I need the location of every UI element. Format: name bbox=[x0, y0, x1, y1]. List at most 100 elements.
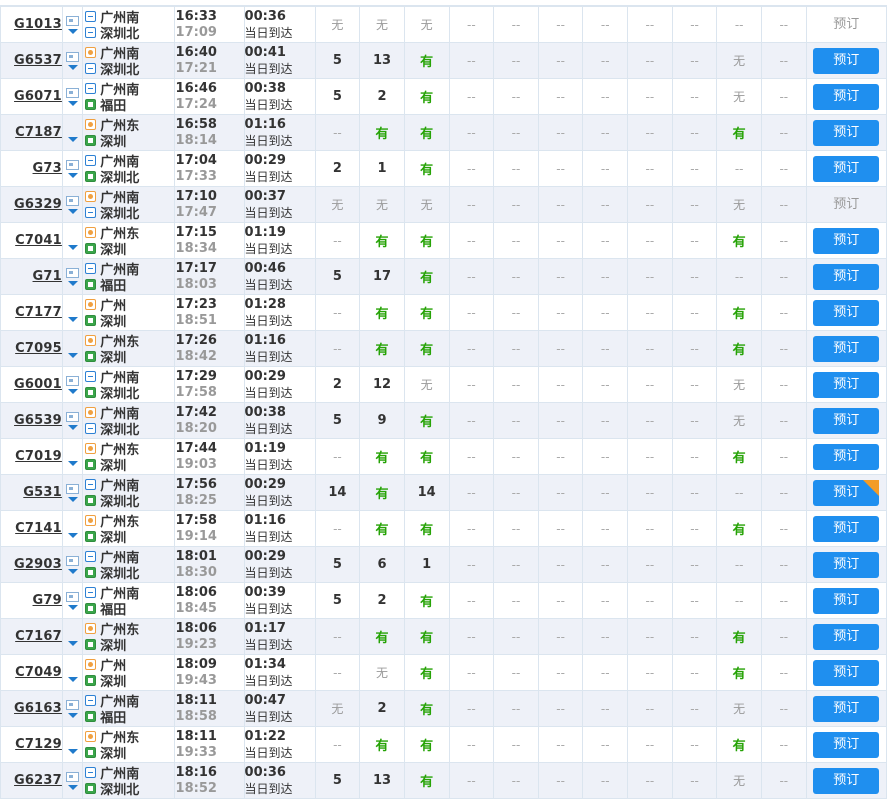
arrival-time: 18:52 bbox=[175, 780, 217, 796]
book-button[interactable]: 预订 bbox=[813, 767, 880, 794]
soft-seat-cell: -- bbox=[627, 690, 673, 727]
train-number-link[interactable]: G6537 bbox=[14, 53, 62, 68]
hard-sleeper-availability: -- bbox=[600, 161, 610, 176]
train-number-link[interactable]: C7019 bbox=[15, 449, 62, 464]
book-button[interactable]: 预订 bbox=[813, 587, 880, 614]
expand-stops-icon[interactable] bbox=[67, 532, 78, 538]
shi-station-icon bbox=[85, 191, 97, 202]
train-number-link[interactable]: C7187 bbox=[15, 125, 62, 140]
book-button[interactable]: 预订 bbox=[813, 443, 880, 470]
expand-stops-icon[interactable] bbox=[67, 100, 78, 106]
book-button[interactable]: 预订 bbox=[813, 479, 880, 506]
book-button[interactable]: 预订 bbox=[813, 263, 880, 290]
stations-cell: 广州东 深圳 bbox=[82, 510, 175, 547]
expand-stops-icon[interactable] bbox=[67, 172, 78, 178]
first-class-seat-availability: 有 bbox=[375, 523, 389, 538]
book-button[interactable]: 预订 bbox=[813, 335, 880, 362]
train-icons-cell bbox=[61, 186, 84, 223]
train-number-link[interactable]: G6539 bbox=[14, 413, 62, 428]
departure-time: 17:15 bbox=[175, 224, 217, 240]
train-number-link[interactable]: G73 bbox=[33, 161, 62, 176]
train-number-link[interactable]: G2903 bbox=[14, 557, 62, 572]
hard-sleeper-availability: -- bbox=[600, 233, 610, 248]
expand-stops-icon[interactable] bbox=[67, 64, 78, 70]
expand-stops-icon[interactable] bbox=[67, 676, 78, 682]
promo-corner-icon bbox=[863, 479, 880, 496]
train-number-link[interactable]: C7049 bbox=[15, 665, 62, 680]
train-number-link[interactable]: C7095 bbox=[15, 341, 62, 356]
second-class-seat-cell: 无 bbox=[403, 186, 450, 223]
book-cell: 预订 bbox=[805, 6, 888, 43]
train-number-link[interactable]: G1013 bbox=[14, 17, 62, 32]
expand-stops-icon[interactable] bbox=[67, 316, 78, 322]
expand-stops-icon[interactable] bbox=[67, 784, 78, 790]
book-button[interactable]: 预订 bbox=[813, 515, 880, 542]
expand-stops-icon[interactable] bbox=[67, 640, 78, 646]
hard-seat-cell: -- bbox=[671, 546, 718, 583]
train-number-link[interactable]: G531 bbox=[23, 485, 62, 500]
no-seat-cell: 无 bbox=[716, 762, 762, 799]
book-button[interactable]: 预订 bbox=[813, 47, 880, 74]
expand-stops-icon[interactable] bbox=[67, 604, 78, 610]
train-number-link[interactable]: G6001 bbox=[14, 377, 62, 392]
arrival-time: 18:51 bbox=[175, 312, 217, 328]
other-seat-availability: -- bbox=[779, 413, 789, 428]
arrival-note: 当日到达 bbox=[244, 637, 293, 652]
train-number-cell: C7041 bbox=[0, 222, 63, 259]
expand-stops-icon[interactable] bbox=[67, 388, 78, 394]
expand-stops-icon[interactable] bbox=[67, 136, 78, 142]
train-number-link[interactable]: G6163 bbox=[14, 701, 62, 716]
hard-seat-cell: -- bbox=[671, 366, 718, 403]
book-button[interactable]: 预订 bbox=[813, 83, 880, 110]
duration: 00:38 bbox=[244, 80, 286, 96]
book-button[interactable]: 预订 bbox=[813, 623, 880, 650]
expand-stops-icon[interactable] bbox=[67, 208, 78, 214]
book-button[interactable]: 预订 bbox=[813, 371, 880, 398]
expand-stops-icon[interactable] bbox=[67, 280, 78, 286]
book-button[interactable]: 预订 bbox=[813, 119, 880, 146]
book-button[interactable]: 预订 bbox=[813, 659, 880, 686]
id-card-icon bbox=[66, 51, 80, 62]
expand-stops-icon[interactable] bbox=[67, 460, 78, 466]
times-cell: 16:33 17:09 bbox=[173, 6, 245, 43]
expand-stops-icon[interactable] bbox=[67, 244, 78, 250]
train-number-link[interactable]: G71 bbox=[33, 269, 62, 284]
expand-stops-icon[interactable] bbox=[67, 424, 78, 430]
second-class-seat-availability: 无 bbox=[420, 378, 433, 392]
book-button[interactable]: 预订 bbox=[813, 155, 880, 182]
second-class-seat-cell: 有 bbox=[403, 258, 450, 295]
book-button[interactable]: 预订 bbox=[813, 407, 880, 434]
train-number-link[interactable]: G6237 bbox=[14, 773, 62, 788]
train-number-link[interactable]: C7129 bbox=[15, 737, 62, 752]
arrival-note: 当日到达 bbox=[244, 205, 293, 220]
arrival-time: 17:58 bbox=[175, 384, 217, 400]
train-number-link[interactable]: C7141 bbox=[15, 521, 62, 536]
arrival-time: 19:43 bbox=[175, 672, 217, 688]
book-button[interactable]: 预订 bbox=[813, 299, 880, 326]
train-number-link[interactable]: C7041 bbox=[15, 233, 62, 248]
expand-stops-icon[interactable] bbox=[67, 568, 78, 574]
expand-stops-icon[interactable] bbox=[67, 712, 78, 718]
soft-sleeper-availability: -- bbox=[511, 701, 521, 716]
book-button[interactable]: 预订 bbox=[813, 227, 880, 254]
train-number-link[interactable]: G79 bbox=[33, 593, 62, 608]
book-button[interactable]: 预订 bbox=[813, 551, 880, 578]
book-button[interactable]: 预订 bbox=[813, 731, 880, 758]
expand-stops-icon[interactable] bbox=[67, 352, 78, 358]
train-number-link[interactable]: C7167 bbox=[15, 629, 62, 644]
from-station: 广州东 bbox=[85, 225, 173, 242]
expand-stops-icon[interactable] bbox=[67, 748, 78, 754]
train-number-link[interactable]: G6329 bbox=[14, 197, 62, 212]
soft-sleeper-availability: -- bbox=[511, 305, 521, 320]
no-seat-cell: 无 bbox=[716, 78, 762, 115]
expand-stops-icon[interactable] bbox=[67, 28, 78, 34]
business-seat-availability: 5 bbox=[332, 53, 342, 68]
book-button[interactable]: 预订 bbox=[813, 695, 880, 722]
expand-stops-icon[interactable] bbox=[67, 496, 78, 502]
train-number-link[interactable]: C7177 bbox=[15, 305, 62, 320]
train-number-link[interactable]: G6071 bbox=[14, 89, 62, 104]
first-class-seat-cell: 有 bbox=[359, 438, 405, 475]
train-number-cell: G6163 bbox=[0, 690, 63, 727]
hard-sleeper-cell: -- bbox=[582, 546, 629, 583]
